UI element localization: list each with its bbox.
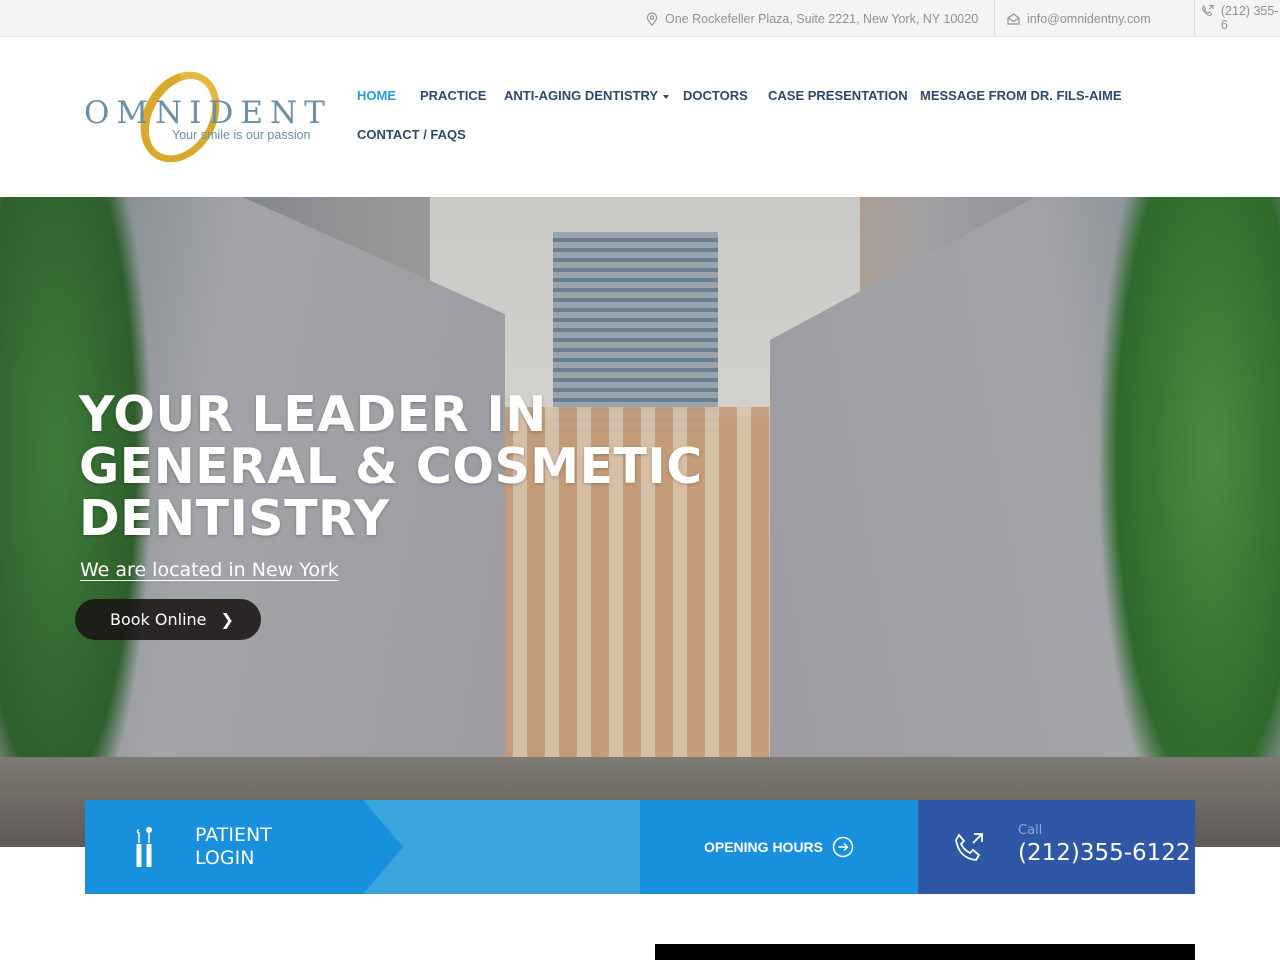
hero-headline: YOUR LEADER IN GENERAL & COSMETIC DENTIS…	[79, 386, 703, 547]
phone-text: (212) 355-6	[1220, 4, 1279, 32]
arrow-circle-right-icon	[832, 836, 854, 858]
book-online-button[interactable]: Book Online ❯	[75, 599, 261, 640]
logo-tagline: Your smile is our passion	[172, 128, 311, 142]
nav-practice[interactable]: PRACTICE	[420, 88, 486, 103]
dental-tools-icon	[136, 827, 152, 867]
address-text: One Rockefeller Plaza, Suite 2221, New Y…	[665, 11, 979, 26]
email-link[interactable]: info@omnidentny.com	[994, 0, 1151, 37]
email-text: info@omnidentny.com	[1027, 11, 1151, 26]
call-button[interactable]: Call (212)355-6122	[918, 800, 1195, 894]
phone-call-icon	[955, 833, 983, 861]
site-header: OMNIDENT Your smile is our passion HOME …	[0, 37, 1280, 197]
nav-anti-aging-label: ANTI-AGING DENTISTRY	[504, 88, 659, 103]
nav-home[interactable]: HOME	[357, 88, 396, 103]
nav-doctors[interactable]: DOCTORS	[683, 88, 748, 103]
address: One Rockefeller Plaza, Suite 2221, New Y…	[646, 0, 978, 37]
nav-contact-faqs[interactable]: CONTACT / FAQS	[357, 127, 466, 142]
phone-call-icon	[1201, 4, 1214, 17]
hero-bg-right-tree	[1100, 197, 1280, 847]
hero-banner: YOUR LEADER IN GENERAL & COSMETIC DENTIS…	[0, 197, 1280, 847]
call-label: Call	[1018, 823, 1043, 838]
logo[interactable]: OMNIDENT Your smile is our passion	[82, 57, 325, 177]
map-pin-icon	[646, 11, 658, 26]
top-info-bar: One Rockefeller Plaza, Suite 2221, New Y…	[0, 0, 1280, 37]
call-number: (212)355-6122	[1018, 840, 1191, 866]
patient-login-label: PATIENT LOGIN	[195, 824, 272, 870]
envelope-icon	[1007, 12, 1020, 25]
quick-links-strip: PATIENT LOGIN OPENING HOURS Call (212)35…	[85, 800, 1195, 894]
patient-login-button[interactable]: PATIENT LOGIN	[85, 800, 640, 894]
nav-case-presentation[interactable]: CASE PRESENTATION	[768, 88, 908, 103]
opening-hours-label: OPENING HOURS	[703, 839, 823, 855]
patient-login-line1: PATIENT	[195, 824, 272, 846]
caret-down-icon	[663, 94, 670, 99]
patient-login-line2: LOGIN	[195, 847, 255, 869]
book-online-label: Book Online	[110, 610, 207, 629]
phone-link[interactable]: (212) 355-6	[1194, 0, 1280, 37]
hero-location-link[interactable]: We are located in New York	[80, 559, 339, 581]
logo-wordmark: OMNIDENT	[84, 95, 332, 131]
chevron-right-icon: ❯	[220, 610, 234, 629]
nav-message-from-dr[interactable]: MESSAGE FROM DR. FILS-AIME	[920, 88, 1122, 103]
nav-anti-aging-dentistry[interactable]: ANTI-AGING DENTISTRY	[504, 88, 670, 103]
opening-hours-button[interactable]: OPENING HOURS	[640, 800, 918, 894]
video-embed-top	[655, 944, 1195, 960]
